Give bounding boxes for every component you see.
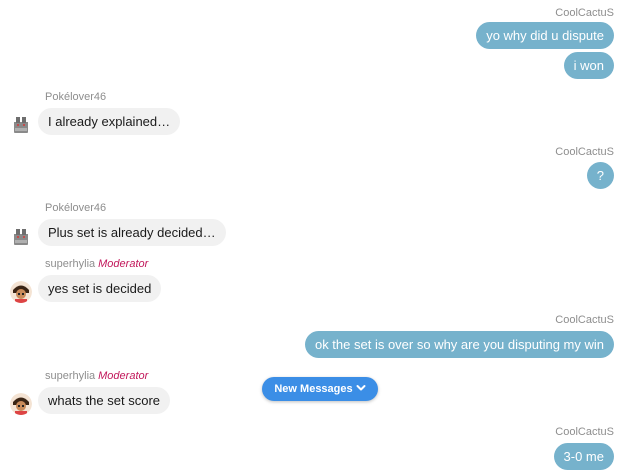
sender-username: superhylia <box>45 258 96 270</box>
message-bubble: yes set is decided <box>38 275 162 302</box>
message-bubble: I already explained… <box>38 108 181 135</box>
chat-message-list[interactable]: CoolCactuS yo why did u dispute i won Po… <box>0 0 623 470</box>
message-bubble: i won <box>563 52 614 79</box>
sender-name: CoolCactuS <box>555 314 614 326</box>
new-messages-button[interactable]: New Messages <box>262 377 378 401</box>
sender-name: CoolCactuS <box>555 146 614 158</box>
message-bubble: ok the set is over so why are you disput… <box>304 331 614 358</box>
moderator-role-badge: Moderator <box>98 370 149 382</box>
sender-username: superhylia <box>45 370 96 382</box>
message-bubble: whats the set score <box>38 387 170 414</box>
message-bubble: yo why did u dispute <box>476 22 614 49</box>
chevron-down-icon <box>356 385 366 391</box>
bulbasaur-avatar[interactable] <box>10 113 32 135</box>
sender-name: CoolCactuS <box>555 7 614 19</box>
new-messages-label: New Messages <box>274 383 353 395</box>
sender-name: superhylia Moderator <box>45 370 148 382</box>
message-bubble: 3-0 me <box>553 443 614 470</box>
character-avatar[interactable] <box>10 281 32 303</box>
sender-name: Pokélover46 <box>45 202 107 214</box>
bulbasaur-avatar[interactable] <box>10 225 32 247</box>
message-bubble: ? <box>586 162 614 189</box>
message-bubble: Plus set is already decided… <box>38 219 226 246</box>
character-avatar[interactable] <box>10 393 32 415</box>
sender-name: superhylia Moderator <box>45 258 148 270</box>
sender-name: Pokélover46 <box>45 91 107 103</box>
moderator-role-badge: Moderator <box>98 258 149 270</box>
sender-name: CoolCactuS <box>555 426 614 438</box>
